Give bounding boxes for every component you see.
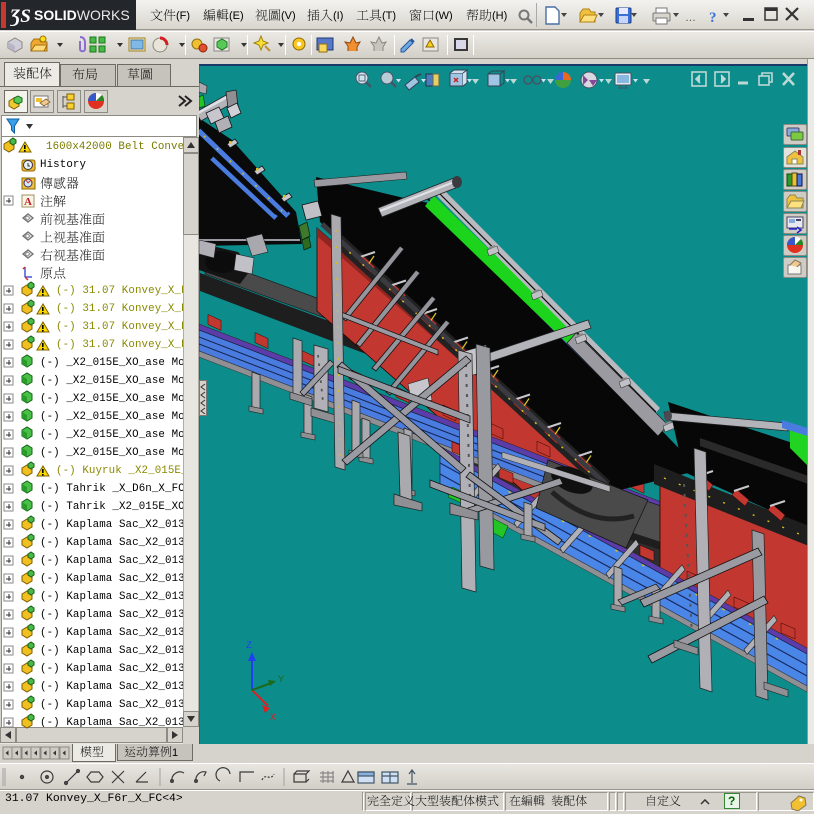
svg-text:(E): (E) <box>229 10 244 22</box>
svg-text:(T): (T) <box>382 10 396 22</box>
svg-text:(I): (I) <box>333 10 343 22</box>
svg-text:…: … <box>685 12 696 24</box>
svg-text:Y: Y <box>278 675 284 686</box>
svg-text:(H): (H) <box>492 10 507 22</box>
svg-text:(W): (W) <box>435 10 453 22</box>
svg-text:A: A <box>24 196 32 208</box>
svg-text:?: ? <box>709 10 717 26</box>
svg-text:(V): (V) <box>281 10 296 22</box>
svg-text:Z: Z <box>246 641 252 652</box>
svg-text:X: X <box>270 713 276 724</box>
